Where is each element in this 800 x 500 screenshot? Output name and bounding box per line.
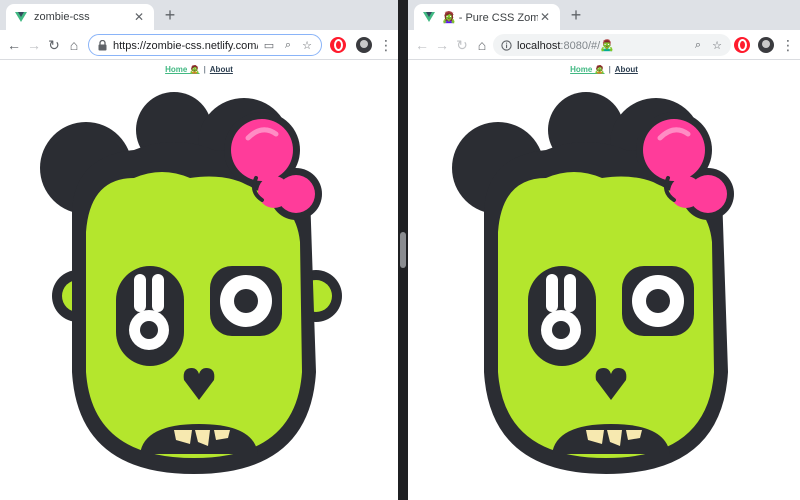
nav-link-home[interactable]: Home 🧟	[570, 65, 604, 74]
tab-title: zombie-css	[34, 11, 90, 23]
browser-toolbar: ← → ↻ ⌂ https://zombie-css.netlify.com/#…	[0, 30, 398, 60]
split-view-handle[interactable]	[400, 232, 406, 268]
reload-button[interactable]: ↻	[44, 30, 64, 60]
tab-zombie-css[interactable]: zombie-css ✕	[6, 4, 154, 30]
home-button[interactable]: ⌂	[64, 30, 84, 60]
nav-separator: |	[203, 65, 206, 74]
tab-title: 🧟‍♀️ - Pure CSS Zombie - 🧟‍♂️	[442, 11, 538, 24]
app-nav: Home 🧟 | About	[0, 65, 398, 74]
bookmark-star-icon[interactable]: ☆	[709, 37, 725, 53]
page-content: Home 🧟 | About	[408, 60, 800, 500]
zombie-eye-left	[116, 266, 184, 366]
menu-icon[interactable]: ⋮	[378, 30, 394, 60]
cast-icon[interactable]: ▭	[261, 37, 277, 53]
profile-avatar[interactable]	[758, 37, 774, 53]
url-text[interactable]: https://zombie-css.netlify.com/#/🧟	[113, 39, 258, 52]
lock-icon[interactable]	[95, 38, 109, 52]
zombie-illustration	[452, 92, 734, 474]
new-tab-button[interactable]: +	[160, 6, 180, 24]
vue-logo-icon	[15, 12, 27, 22]
page-content: Home 🧟 | About	[0, 60, 398, 500]
tab-pure-css-zombie[interactable]: 🧟‍♀️ - Pure CSS Zombie - 🧟‍♂️ ✕	[414, 4, 560, 30]
zombie-illustration	[40, 92, 342, 474]
bookmark-star-icon[interactable]: ☆	[299, 37, 315, 53]
reload-button[interactable]: ↻	[452, 30, 472, 60]
zombie-eye-left	[528, 266, 596, 366]
zombie-eye-right	[210, 266, 282, 336]
back-button[interactable]: ←	[412, 30, 432, 60]
nav-link-about[interactable]: About	[615, 65, 638, 74]
forward-button[interactable]: →	[432, 30, 452, 60]
close-tab-icon[interactable]: ✕	[132, 10, 146, 24]
zombie-eye-right	[622, 266, 694, 336]
browser-toolbar: ← → ↻ ⌂ localhost:8080/#/🧟‍♂ ⌕ ☆ ⋮	[408, 30, 800, 60]
close-tab-icon[interactable]: ✕	[538, 10, 552, 24]
new-tab-button[interactable]: +	[566, 6, 586, 24]
nav-link-home[interactable]: Home 🧟	[165, 65, 199, 74]
tab-strip: zombie-css ✕ +	[0, 0, 398, 30]
nav-separator: |	[608, 65, 611, 74]
browser-window-left: zombie-css ✕ + ← → ↻ ⌂ https://zombie-cs…	[0, 0, 398, 500]
home-button[interactable]: ⌂	[472, 30, 492, 60]
url-text[interactable]: localhost:8080/#/🧟‍♂	[517, 39, 687, 52]
vue-logo-icon	[423, 12, 435, 22]
browser-window-right: 🧟‍♀️ - Pure CSS Zombie - 🧟‍♂️ ✕ + ← → ↻ …	[408, 0, 800, 500]
opera-extension-icon[interactable]	[330, 37, 346, 53]
profile-avatar[interactable]	[356, 37, 372, 53]
back-button[interactable]: ←	[4, 30, 24, 60]
zoom-icon[interactable]: ⌕	[280, 37, 296, 53]
opera-extension-icon[interactable]	[734, 37, 750, 53]
nav-link-about[interactable]: About	[210, 65, 233, 74]
info-icon[interactable]	[499, 38, 513, 52]
address-bar[interactable]: localhost:8080/#/🧟‍♂ ⌕ ☆	[493, 34, 731, 56]
app-nav: Home 🧟 | About	[408, 65, 800, 74]
tab-strip: 🧟‍♀️ - Pure CSS Zombie - 🧟‍♂️ ✕ +	[408, 0, 800, 30]
zoom-icon[interactable]: ⌕	[690, 37, 706, 53]
address-bar[interactable]: https://zombie-css.netlify.com/#/🧟 ▭ ⌕ ☆	[88, 34, 322, 56]
forward-button[interactable]: →	[24, 30, 44, 60]
menu-icon[interactable]: ⋮	[780, 30, 796, 60]
